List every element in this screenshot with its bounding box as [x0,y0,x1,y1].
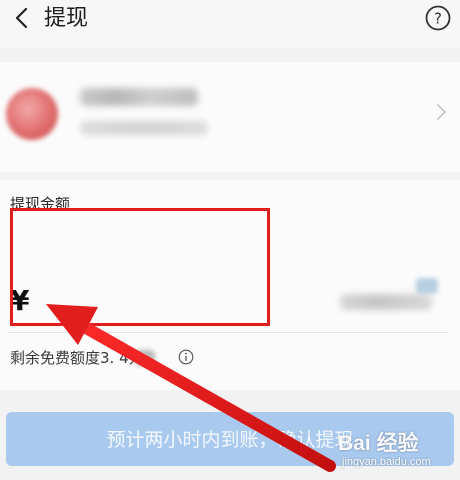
svg-text:?: ? [434,10,442,28]
avatar [6,88,58,140]
account-detail-blurred [80,121,208,135]
annotation-highlight-box [10,208,270,326]
watermark: Bai 经验 jingyan.baidu.com [338,432,452,470]
free-quota-text: 剩余免费额度3. 4元 [10,349,144,367]
withdraw-all-blurred[interactable] [416,278,438,294]
amount-divider [8,332,448,333]
watermark-logo: Bai 经验 [338,432,419,455]
info-icon[interactable] [178,349,194,365]
quota-value-blurred [135,350,155,366]
account-name-blurred [80,88,198,106]
page-title: 提现 [44,6,89,31]
account-card[interactable] [0,62,460,172]
back-arrow-icon[interactable] [8,4,36,32]
chevron-right-icon[interactable] [434,102,448,122]
watermark-url: jingyan.baidu.com [342,456,431,468]
help-circle-icon[interactable]: ? [424,4,452,32]
top-bar: 提现 ? [0,0,460,48]
available-balance-blurred [340,294,432,310]
